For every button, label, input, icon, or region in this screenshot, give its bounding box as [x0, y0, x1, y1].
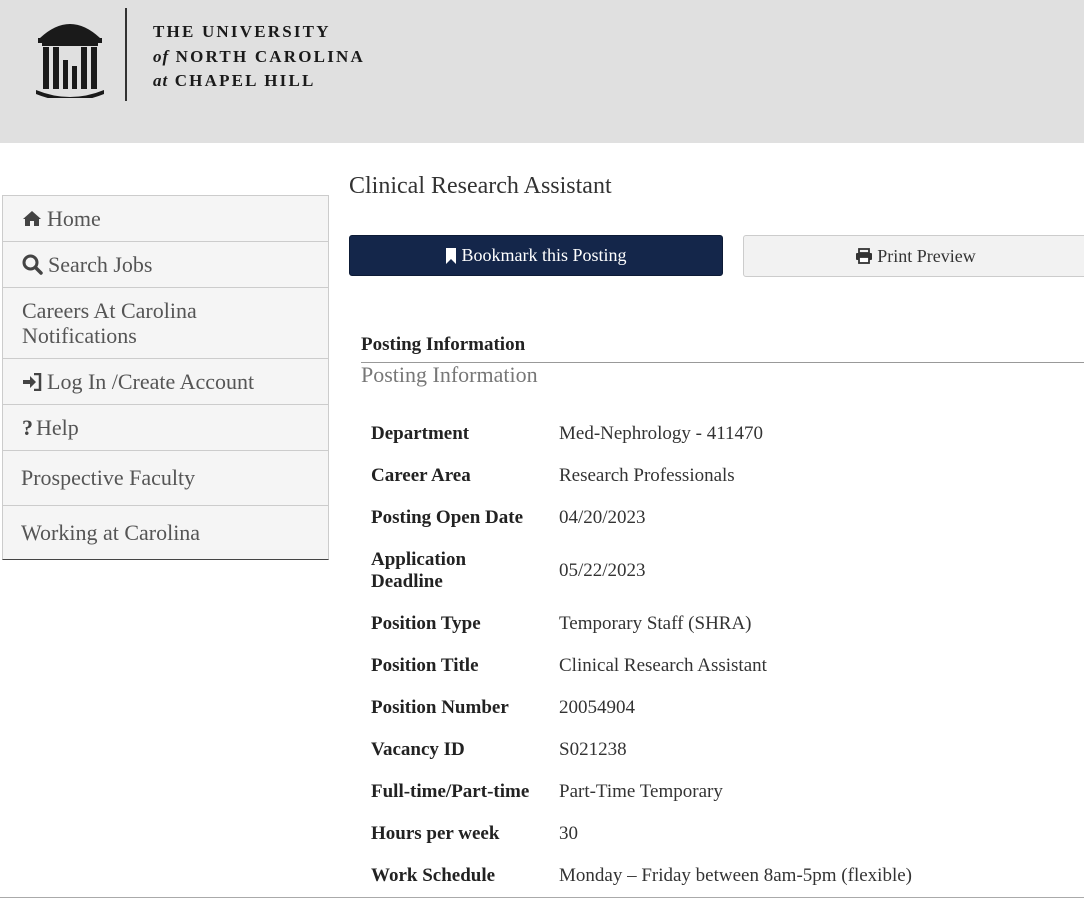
sidebar-item-prospective-faculty[interactable]: Prospective Faculty: [2, 450, 329, 506]
sidebar-item-working-at-carolina[interactable]: Working at Carolina: [2, 505, 329, 560]
sidebar-item-notifications[interactable]: Careers At Carolina Notifications: [2, 287, 329, 359]
sidebar-item-login[interactable]: Log In /Create Account: [2, 358, 329, 405]
field-label: Full-time/Part-time: [371, 781, 530, 802]
field-label: Application Deadline: [371, 549, 467, 592]
field-label: Posting Open Date: [371, 507, 523, 528]
print-preview-label: Print Preview: [877, 245, 976, 266]
logo-divider: [125, 8, 127, 101]
field-value: 20054904: [559, 697, 635, 718]
old-well-logo-icon[interactable]: [34, 14, 106, 98]
field-value: S021238: [559, 739, 627, 760]
field-label: Career Area: [371, 465, 471, 486]
sidebar-nav: Home Search Jobs Careers At Carolina Not…: [2, 195, 329, 560]
sidebar-item-label: Help: [36, 414, 79, 440]
field-value: Med-Nephrology - 411470: [559, 423, 764, 444]
field-value: Part-Time Temporary: [559, 781, 723, 802]
sidebar-item-search-jobs[interactable]: Search Jobs: [2, 241, 329, 288]
bottom-divider: [0, 897, 1084, 898]
sidebar-item-label: Home: [47, 205, 101, 231]
field-value: Monday – Friday between 8am-5pm (flexibl…: [559, 865, 912, 886]
wordmark-line-1: THE UNIVERSITY: [153, 22, 331, 41]
section-heading: Posting Information: [361, 334, 526, 355]
bookmark-button-label: Bookmark this Posting: [461, 245, 627, 265]
sidebar-item-home[interactable]: Home: [2, 195, 329, 242]
sidebar-item-label: Careers At Carolina Notifications: [22, 298, 197, 348]
field-value: Clinical Research Assistant: [559, 655, 767, 676]
wordmark-line-3: at CHAPEL HILL: [153, 71, 316, 90]
sign-in-icon: [22, 372, 42, 391]
field-label: Position Title: [371, 655, 479, 676]
sidebar-item-help[interactable]: ? Help: [2, 404, 329, 451]
home-icon: [22, 210, 42, 227]
field-value: 04/20/2023: [559, 507, 646, 528]
sidebar-item-label: Search Jobs: [48, 251, 153, 277]
page-title: Clinical Research Assistant: [349, 173, 612, 199]
university-wordmark[interactable]: THE UNIVERSITY of NORTH CAROLINA at CHAP…: [153, 20, 365, 94]
bookmark-icon: [445, 247, 457, 264]
field-label: Position Type: [371, 613, 481, 634]
field-value: Temporary Staff (SHRA): [559, 613, 752, 634]
section-subheading: Posting Information: [361, 362, 538, 387]
question-icon: ?: [22, 414, 33, 440]
field-label: Hours per week: [371, 823, 500, 844]
sidebar-item-label: Prospective Faculty: [21, 465, 196, 490]
bookmark-button[interactable]: Bookmark this Posting: [349, 235, 723, 276]
sidebar-item-label: Log In /Create Account: [47, 368, 255, 394]
print-preview-button[interactable]: Print Preview: [743, 235, 1084, 277]
field-label: Department: [371, 423, 470, 444]
field-value: 30: [559, 823, 578, 844]
field-label: Vacancy ID: [371, 739, 465, 760]
search-icon: [22, 254, 43, 275]
field-value: 05/22/2023: [559, 560, 646, 581]
field-label: Position Number: [371, 697, 509, 718]
print-icon: [855, 248, 873, 264]
field-value: Research Professionals: [559, 465, 735, 486]
wordmark-line-2: of NORTH CAROLINA: [153, 46, 365, 66]
sidebar-item-label: Working at Carolina: [21, 519, 201, 545]
site-header: THE UNIVERSITY of NORTH CAROLINA at CHAP…: [0, 0, 1084, 143]
field-label: Work Schedule: [371, 865, 496, 886]
